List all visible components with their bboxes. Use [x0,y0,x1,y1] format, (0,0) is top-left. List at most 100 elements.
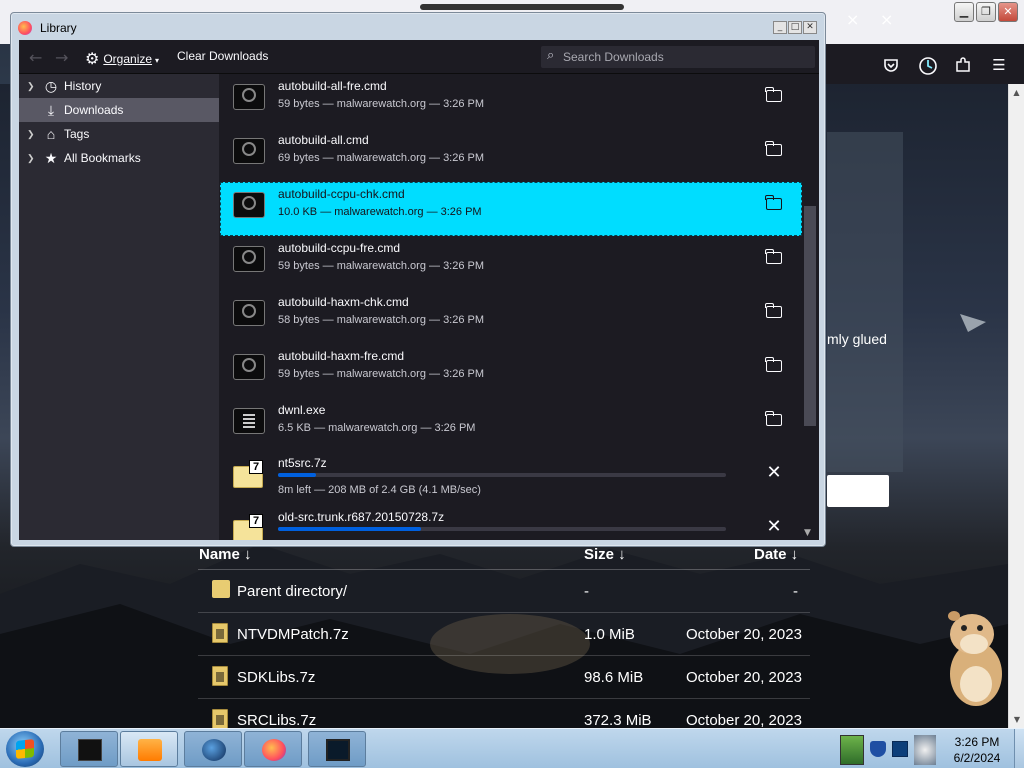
file-size: 98.6 MiB [584,669,644,686]
browser-window-controls: ▁ ❐ ✕ [954,2,1018,22]
download-item[interactable]: autobuild-haxm-fre.cmd 59 bytes — malwar… [220,344,802,398]
restore-button[interactable]: ❐ [976,2,996,22]
listing-row[interactable]: Parent directory/ - - [198,570,810,613]
taskbar-media-player[interactable] [120,731,178,767]
open-folder-icon[interactable] [765,87,782,102]
download-item[interactable]: autobuild-all.cmd 69 bytes — malwarewatc… [220,128,802,182]
taskbar: 3:26 PM 6/2/2024 [0,728,1024,768]
maximize-button[interactable]: □ [788,21,802,34]
paper-plane-icon [958,308,988,336]
download-item-in-progress[interactable]: 7 nt5src.7z 8m left — 208 MB of 2.4 GB (… [220,452,802,506]
sidebar-item-label: All Bookmarks [64,151,141,165]
open-folder-icon[interactable] [765,303,782,318]
taskbar-globe[interactable] [184,731,242,767]
user-avatar-icon[interactable] [914,735,936,765]
download-status: 59 bytes — malwarewatch.org — 3:26 PM [278,98,485,110]
scroll-down-icon[interactable]: ▼ [804,528,811,538]
scroll-down-icon[interactable]: ▼ [1009,715,1024,724]
minimize-button[interactable]: ▁ [954,2,974,22]
clock-icon: ◷ [44,78,58,94]
search-box[interactable]: ⌕ [540,45,816,69]
account-icon[interactable] [918,56,937,75]
pocket-icon[interactable] [882,56,900,74]
taskbar-monitor[interactable] [308,731,366,767]
page-scrollbar[interactable]: ▲ ▼ [1008,84,1024,728]
taskbar-firefox[interactable] [244,731,302,767]
download-status: 8m left — 208 MB of 2.4 GB (4.1 MB/sec) [278,484,481,496]
expand-chevron-icon[interactable]: ❯ [27,146,35,170]
sidebar-item-tags[interactable]: ❯ ⌂ Tags [19,122,219,146]
scrollbar-thumb[interactable] [804,206,816,426]
shield-icon[interactable] [870,741,886,757]
download-item[interactable]: autobuild-all-fre.cmd 59 bytes — malware… [220,74,802,128]
name-column-header[interactable]: Name ↓ [199,546,252,563]
download-item[interactable]: dwnl.exe 6.5 KB — malwarewatch.org — 3:2… [220,398,802,452]
file-date: October 20, 2023 [686,626,802,643]
taskbar-cmd-window[interactable] [60,731,118,767]
download-name: autobuild-ccpu-fre.cmd [278,241,401,255]
windows-logo-icon [16,739,34,759]
open-folder-icon[interactable] [765,249,782,264]
file-name[interactable]: NTVDMPatch.7z [237,626,349,643]
listing-row[interactable]: NTVDMPatch.7z 1.0 MiB October 20, 2023 [198,613,810,656]
archive-file-icon [212,709,228,729]
sidebar-item-history[interactable]: ❯ ◷ History [19,74,219,98]
download-name: autobuild-haxm-fre.cmd [278,349,405,363]
network-icon[interactable] [892,741,908,757]
archive-file-icon [212,623,228,643]
expand-chevron-icon[interactable]: ❯ [27,74,35,98]
sidebar-item-downloads[interactable]: ⤓ Downloads [19,98,219,122]
menu-icon[interactable]: ☰ [990,56,1008,74]
download-name: autobuild-ccpu-chk.cmd [278,187,405,201]
browser-tab-indicator[interactable] [420,4,624,10]
sidebar-item-all-bookmarks[interactable]: ❯ ★ All Bookmarks [19,146,219,170]
download-item[interactable]: autobuild-ccpu-fre.cmd 59 bytes — malwar… [220,236,802,290]
close-button[interactable]: ✕ [998,2,1018,22]
open-folder-icon[interactable] [765,357,782,372]
cmd-file-icon [233,138,265,164]
close-button[interactable]: ✕ [803,21,817,34]
forward-arrow-icon[interactable]: → [55,48,68,67]
download-item[interactable]: autobuild-haxm-chk.cmd 58 bytes — malwar… [220,290,802,344]
open-folder-icon[interactable] [765,411,782,426]
file-date: October 20, 2023 [686,669,802,686]
downloads-scrollbar[interactable]: ▼ [802,74,819,540]
organize-button[interactable]: ⚙ Organize ▾ [85,48,159,68]
download-item-in-progress[interactable]: 7 old-src.trunk.r687.20150728.7z ✕ [220,506,802,540]
sidebar-item-label: History [64,79,102,93]
firefox-icon [262,739,286,761]
file-name[interactable]: SDKLibs.7z [237,669,315,686]
page-input[interactable] [827,475,889,507]
download-status: 10.0 KB — malwarewatch.org — 3:26 PM [278,206,482,218]
clear-downloads-button[interactable]: Clear Downloads [177,49,268,63]
progress-fill [278,527,422,531]
start-button[interactable] [6,731,44,767]
back-arrow-icon[interactable]: ← [29,48,42,67]
file-name[interactable]: SRCLibs.7z [237,712,316,729]
download-icon: ⤓ [47,102,55,118]
close-icon[interactable]: × [846,10,859,29]
cancel-download-icon[interactable]: ✕ [766,463,782,481]
close-icon[interactable]: × [880,10,893,29]
open-folder-icon[interactable] [765,195,782,210]
file-name[interactable]: Parent directory/ [237,583,347,600]
open-folder-icon[interactable] [765,141,782,156]
download-item-selected[interactable]: autobuild-ccpu-chk.cmd 10.0 KB — malware… [220,182,802,236]
sidebar-item-label: Tags [64,127,90,141]
library-content: ← → ⚙Organize▾ Clear Downloads ⌕ ❯ ◷ His… [19,40,819,540]
download-name: autobuild-haxm-chk.cmd [278,295,409,309]
show-desktop-button[interactable] [1014,729,1024,768]
tray-app-icon[interactable] [840,735,864,765]
expand-chevron-icon[interactable]: ❯ [27,122,35,146]
minimize-button[interactable]: _ [773,21,787,34]
scroll-up-icon[interactable]: ▲ [1009,88,1024,97]
extensions-icon[interactable] [954,56,972,74]
listing-row[interactable]: SDKLibs.7z 98.6 MiB October 20, 2023 [198,656,810,699]
size-column-header[interactable]: Size ↓ [584,546,626,563]
7z-archive-icon: 7 [233,514,265,540]
cancel-download-icon[interactable]: ✕ [766,517,782,535]
taskbar-clock[interactable]: 3:26 PM 6/2/2024 [944,734,1010,766]
date-column-header[interactable]: Date ↓ [754,546,798,563]
search-input[interactable] [563,49,803,65]
download-status: 59 bytes — malwarewatch.org — 3:26 PM [278,368,485,380]
